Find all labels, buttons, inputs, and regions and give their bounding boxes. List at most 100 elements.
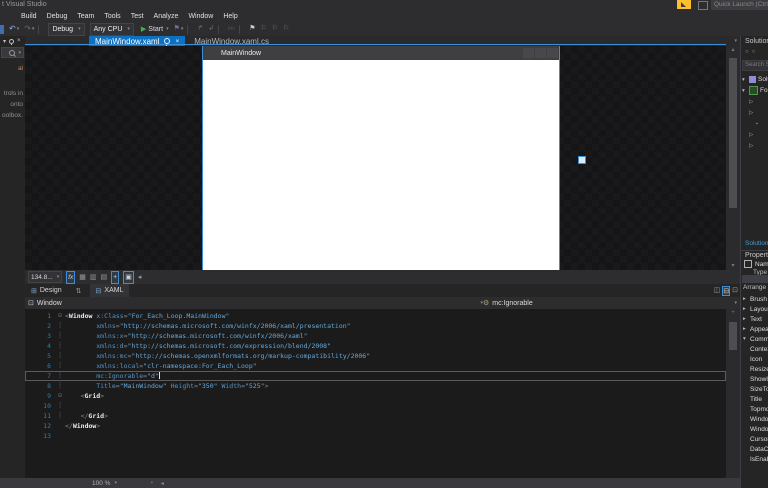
menu-item-debug[interactable]: Debug bbox=[47, 13, 68, 20]
code-line[interactable]: 13 bbox=[25, 431, 726, 441]
resize-handle[interactable] bbox=[578, 156, 586, 164]
clear-bookmarks-icon[interactable]: ⚐ bbox=[283, 24, 289, 34]
properties-name-row[interactable]: Name bbox=[741, 260, 768, 268]
window-preview[interactable]: MainWindow bbox=[202, 46, 560, 270]
horizontal-split-icon[interactable]: ⊟ bbox=[722, 285, 731, 296]
scroll-left-icon[interactable]: ◂ bbox=[161, 480, 164, 487]
menu-item-help[interactable]: Help bbox=[223, 13, 237, 20]
tree-row[interactable]: ▾Solution 'For_Each_Loop' bbox=[741, 74, 768, 85]
designer-vertical-scrollbar[interactable]: ▴ ▾ bbox=[726, 46, 740, 270]
menu-item-tools[interactable]: Tools bbox=[104, 13, 120, 20]
solution-configuration-combo[interactable]: Debug ▾ bbox=[48, 22, 85, 36]
toolbox-category[interactable]: al bbox=[0, 65, 25, 76]
property-row-common[interactable]: ▾Common bbox=[741, 334, 768, 344]
property-row-appearance[interactable]: ▸Appearance bbox=[741, 324, 768, 334]
navigate-backward-icon[interactable]: ↲ bbox=[208, 24, 214, 34]
start-debugging-button[interactable]: ▶ Start ▾ bbox=[141, 25, 169, 34]
scroll-up-icon[interactable]: ▴ bbox=[726, 46, 740, 54]
scrollbar-thumb[interactable] bbox=[729, 322, 737, 350]
property-row-title[interactable]: Title bbox=[741, 394, 768, 404]
menu-item-team[interactable]: Team bbox=[77, 13, 94, 20]
toolbox-menu-icon[interactable]: ▾ bbox=[3, 38, 6, 45]
property-row-brush[interactable]: ▸ Brush bbox=[741, 294, 768, 304]
solution-explorer-bottom-tab[interactable]: Solution Explorer bbox=[741, 240, 768, 247]
gridlines-icon[interactable]: ▤ bbox=[101, 272, 108, 283]
xaml-tab[interactable]: ⊟ XAML bbox=[89, 284, 130, 297]
property-row-contextmenu[interactable]: ContextMenu bbox=[741, 344, 768, 354]
tree-row[interactable]: ▷ bbox=[741, 129, 768, 140]
code-line[interactable]: 8 ┆ Title="MainWindow" Height="350" Width=… bbox=[25, 381, 726, 391]
code-line[interactable]: 4 ┆ xmlns:d="http://schemas.microsoft.com/… bbox=[25, 341, 726, 351]
scrollbar-pan-icon[interactable]: + bbox=[726, 309, 740, 317]
xaml-code-editor[interactable]: 1 ⊟ <Window x:Class="For_Each_Loop.MainWin… bbox=[25, 309, 726, 480]
redo-dropdown-icon[interactable]: ▾ bbox=[32, 26, 35, 32]
scrollbar-thumb[interactable] bbox=[729, 58, 737, 208]
code-line[interactable]: 7 ┆ mc:Ignorable="d" bbox=[25, 371, 726, 381]
run-tests-icon[interactable]: ▹▹ bbox=[228, 24, 235, 34]
menu-item-build[interactable]: Build bbox=[21, 13, 37, 20]
property-row-windowstartuplocation[interactable]: WindowStartupLocation bbox=[741, 414, 768, 424]
tree-row[interactable]: ▷ bbox=[741, 96, 768, 107]
toggle-bookmark-icon[interactable]: ⚑ bbox=[249, 24, 255, 34]
scroll-down-icon[interactable]: ▾ bbox=[726, 262, 740, 270]
tree-row[interactable]: ▾For_Each_Loop bbox=[741, 85, 768, 96]
collapse-pane-icon[interactable]: ◂ bbox=[138, 272, 142, 283]
code-line[interactable]: 11 ┆ </Grid> bbox=[25, 411, 726, 421]
code-line[interactable]: 9 ⊟ <Grid> bbox=[25, 391, 726, 401]
menu-item-window[interactable]: Window bbox=[188, 13, 213, 20]
effects-toggle[interactable]: fx bbox=[66, 270, 76, 284]
property-row-layout[interactable]: ▸ Layout bbox=[741, 304, 768, 314]
solution-explorer-search-input[interactable]: Search Solution Explorer (Ctrl+;) bbox=[742, 60, 768, 71]
redo-icon[interactable]: ↷ bbox=[24, 24, 31, 34]
property-row-text[interactable]: ▸ Text bbox=[741, 314, 768, 324]
quick-launch-input[interactable]: Quick Launch (Ctrl+Q) bbox=[711, 0, 768, 10]
tab-list-dropdown-icon[interactable]: ▾ bbox=[734, 38, 737, 44]
designer-zoom-combo[interactable]: 134.8... ▾ bbox=[28, 271, 63, 283]
snap-grid-icon[interactable]: ▥ bbox=[90, 272, 97, 283]
menu-item-analyze[interactable]: Analyze bbox=[154, 13, 179, 20]
xaml-designer-surface[interactable]: MainWindow bbox=[25, 46, 726, 270]
property-row-icon[interactable]: Icon bbox=[741, 354, 768, 364]
code-line[interactable]: 12 </Window> bbox=[25, 421, 726, 431]
properties-filter-input[interactable] bbox=[742, 275, 768, 283]
element-combo[interactable]: ⊡ Window ▾ bbox=[25, 299, 483, 308]
undo-dropdown-icon[interactable]: ▾ bbox=[17, 26, 20, 32]
property-row-isenabled[interactable]: IsEnabled bbox=[741, 454, 768, 464]
tree-row[interactable]: ▷ bbox=[741, 140, 768, 151]
previous-bookmark-icon[interactable]: ⚐ bbox=[260, 24, 266, 34]
notifications-icon[interactable] bbox=[698, 1, 708, 10]
title-bar[interactable]: t Visual Studio Quick Launch (Ctrl+Q) bbox=[0, 0, 768, 10]
navigate-forward-icon[interactable]: ↱ bbox=[197, 24, 203, 34]
snap-to-gridlines-toggle[interactable]: + bbox=[111, 270, 120, 284]
code-line[interactable]: 6 ┆ xmlns:local="clr-namespace:For_Each_Lo… bbox=[25, 361, 726, 371]
editor-zoom-combo[interactable]: 100 % ▾ bbox=[92, 480, 117, 487]
toolbox-close-icon[interactable]: × bbox=[17, 38, 21, 44]
property-row-datacontext[interactable]: DataContext bbox=[741, 444, 768, 454]
feedback-flag-icon[interactable] bbox=[677, 0, 691, 9]
find-in-files-icon[interactable]: ⚑ bbox=[174, 24, 180, 34]
show-grid-icon[interactable]: ▦ bbox=[79, 272, 86, 283]
home-icon[interactable]: ○ bbox=[745, 49, 749, 55]
sync-icon[interactable]: ○ bbox=[752, 49, 756, 55]
swap-panes-icon[interactable]: ⇅ bbox=[76, 287, 82, 295]
undo-icon[interactable]: ↶ bbox=[9, 24, 16, 34]
preview-content[interactable] bbox=[203, 60, 559, 270]
property-row-showintaskbar[interactable]: ShowInTaskbar bbox=[741, 374, 768, 384]
menu-item-test[interactable]: Test bbox=[131, 13, 144, 20]
toolbox-pin-icon[interactable] bbox=[9, 38, 15, 45]
tree-row[interactable]: ▪ bbox=[741, 118, 768, 129]
snap-to-snaplines-toggle[interactable]: ▣ bbox=[123, 270, 134, 284]
property-row-sizetocontent[interactable]: SizeToContent bbox=[741, 384, 768, 394]
code-line[interactable]: 3 ┆ xmlns:x="http://schemas.microsoft.com/… bbox=[25, 331, 726, 341]
toolbox-search-input[interactable]: ▾ bbox=[1, 47, 24, 58]
next-bookmark-icon[interactable]: ⚐ bbox=[272, 24, 278, 34]
property-row-resizemode[interactable]: ResizeMode bbox=[741, 364, 768, 374]
editor-vertical-scrollbar[interactable]: + bbox=[726, 309, 740, 478]
property-row-topmost[interactable]: Topmost bbox=[741, 404, 768, 414]
member-combo[interactable]: ⚙ mc:Ignorable ▾ bbox=[483, 299, 740, 308]
code-line[interactable]: 10 ┆ bbox=[25, 401, 726, 411]
vertical-split-icon[interactable]: ◫ bbox=[714, 286, 721, 296]
property-row-cursor[interactable]: Cursor bbox=[741, 434, 768, 444]
code-line[interactable]: 5 ┆ xmlns:mc="http://schemas.openxmlformat… bbox=[25, 351, 726, 361]
design-tab[interactable]: ⊞ Design bbox=[25, 284, 68, 297]
